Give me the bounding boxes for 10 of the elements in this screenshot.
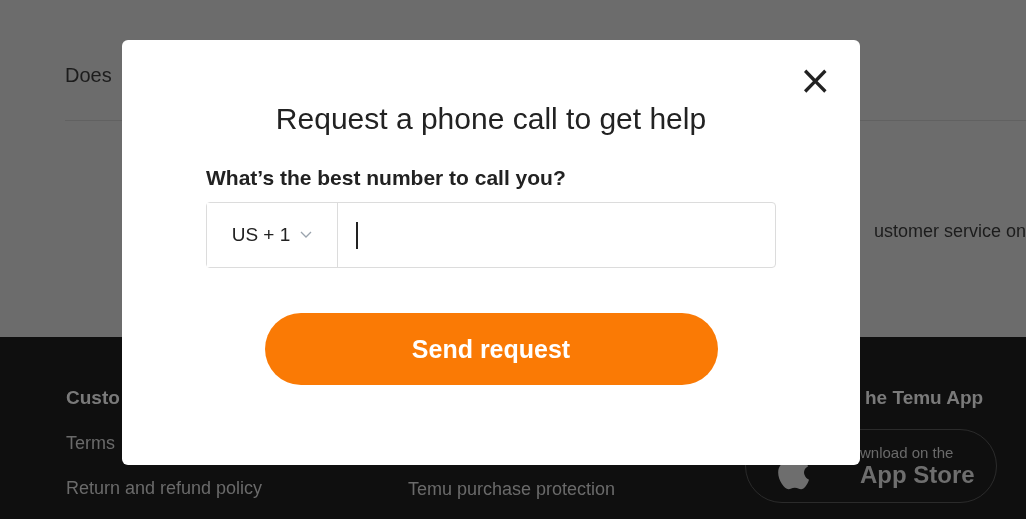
footer-link[interactable]: Return and refund policy	[66, 478, 408, 499]
send-request-button[interactable]: Send request	[264, 313, 718, 385]
field-label: What’s the best number to call you?	[206, 166, 566, 190]
footer-heading: he Temu App	[864, 387, 985, 409]
dialog-title: Request a phone call to get help	[275, 102, 707, 136]
question-text: Does	[65, 64, 112, 87]
body-text: ustomer service on	[873, 221, 1026, 242]
footer-link[interactable]: Temu purchase protection	[408, 479, 745, 500]
close-button[interactable]: ×	[796, 60, 834, 100]
footer-heading: Custo	[66, 387, 121, 409]
